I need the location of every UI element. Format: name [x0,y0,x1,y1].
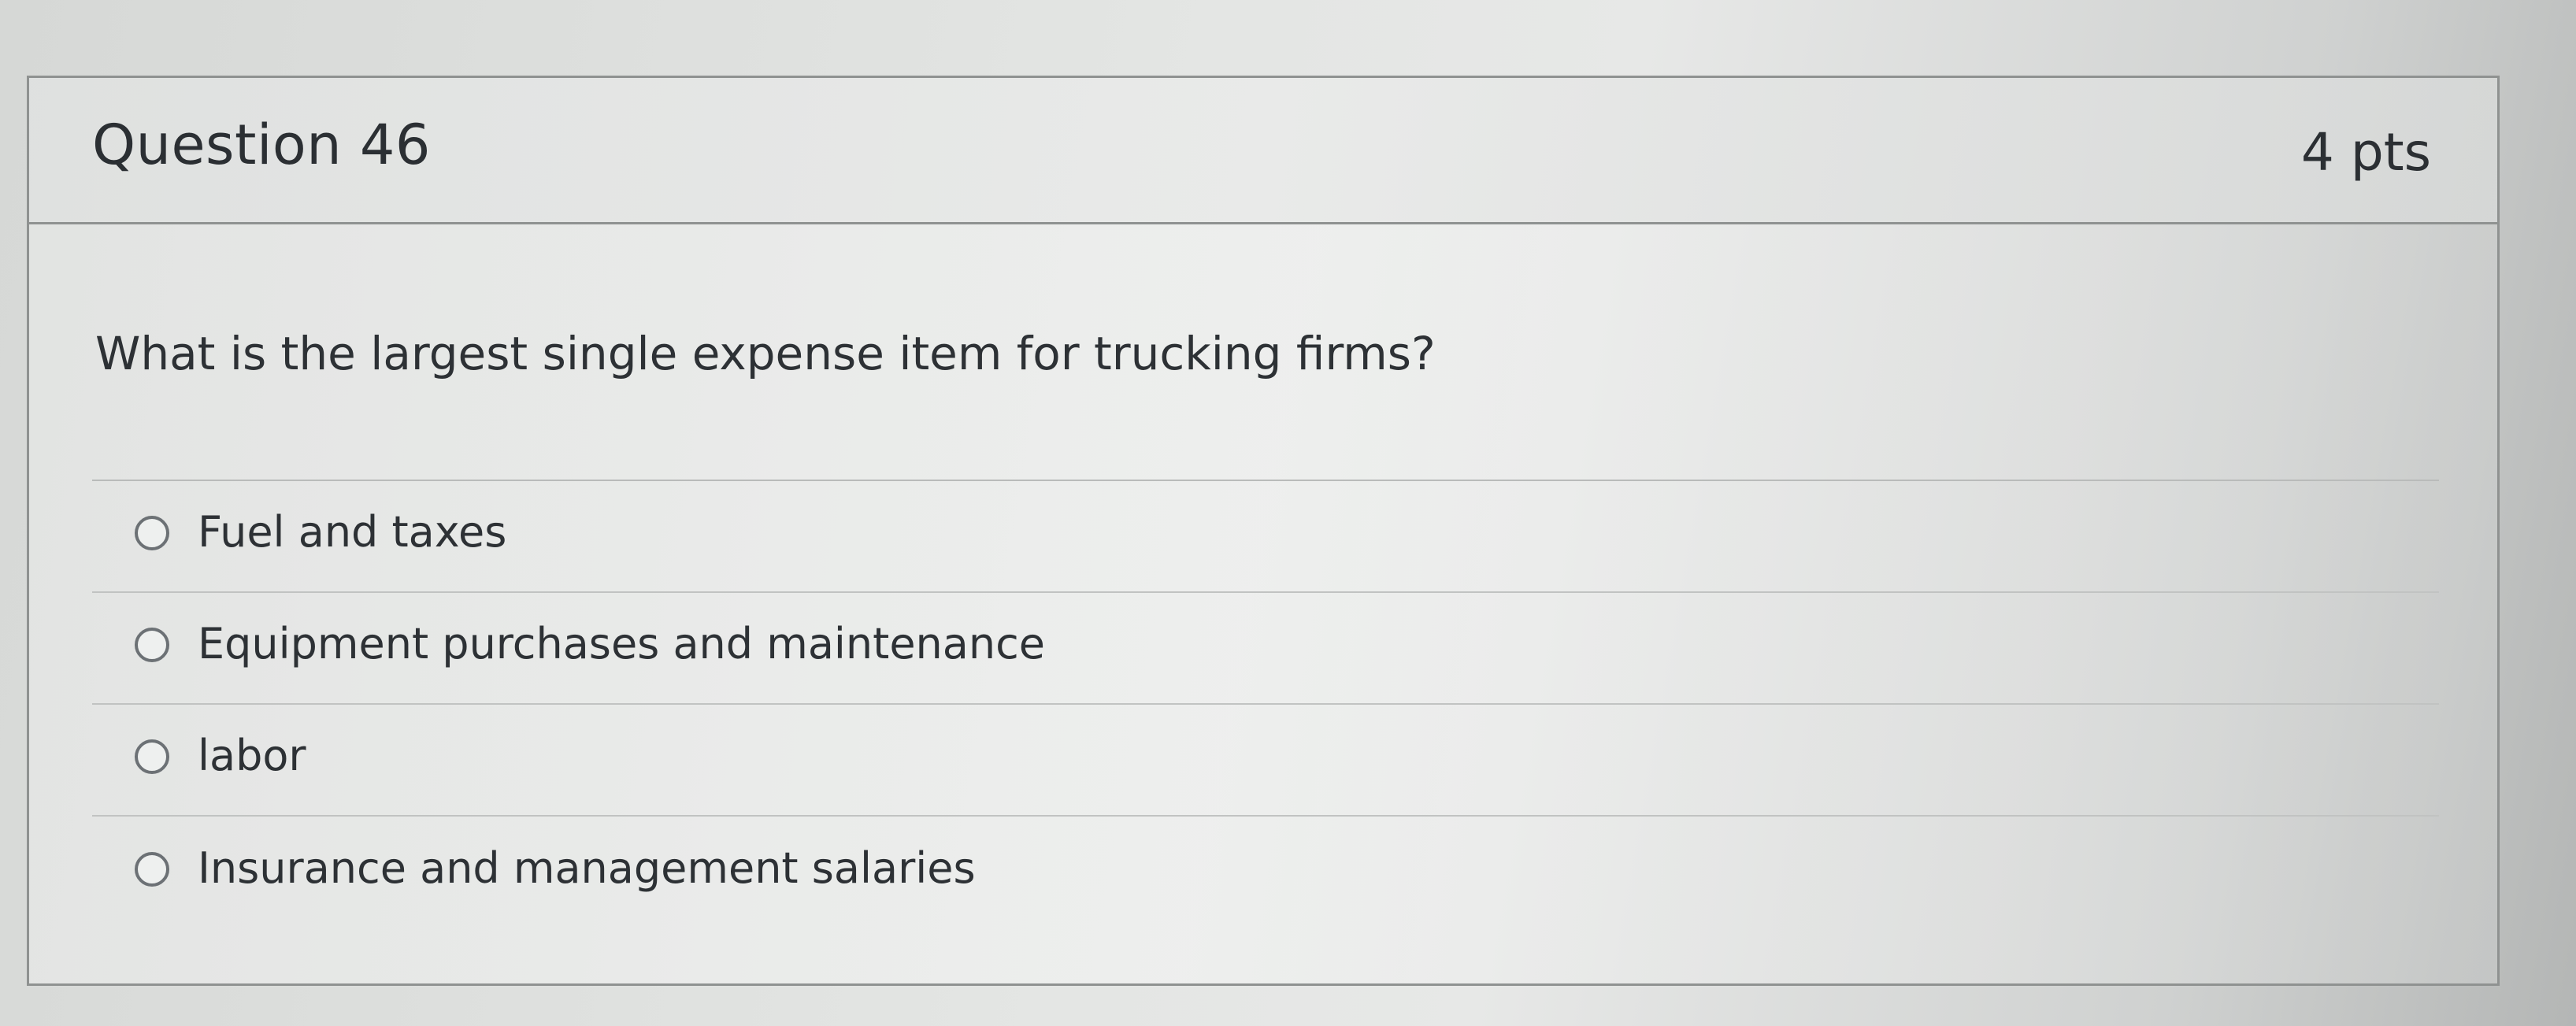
answer-list: Fuel and taxes Equipment purchases and m… [92,480,2439,928]
question-header: Question 46 4 pts [29,78,2497,224]
answer-label[interactable]: Insurance and management salaries [198,841,976,896]
radio-button-icon[interactable] [135,739,169,774]
answer-label[interactable]: Fuel and taxes [198,505,506,560]
question-card: Question 46 4 pts What is the largest si… [27,76,2500,986]
answer-option-equipment[interactable]: Equipment purchases and maintenance [92,593,2439,705]
question-points: 4 pts [2300,122,2431,183]
answer-option-fuel-and-taxes[interactable]: Fuel and taxes [92,481,2439,593]
answer-label[interactable]: labor [198,728,306,783]
radio-button-icon[interactable] [135,516,169,550]
question-title: Question 46 [92,113,431,177]
answer-label[interactable]: Equipment purchases and maintenance [198,617,1045,672]
radio-button-icon[interactable] [135,852,169,887]
question-prompt: What is the largest single expense item … [95,327,1436,380]
answer-option-insurance[interactable]: Insurance and management salaries [92,817,2439,928]
answer-option-labor[interactable]: labor [92,705,2439,817]
radio-button-icon[interactable] [135,628,169,662]
